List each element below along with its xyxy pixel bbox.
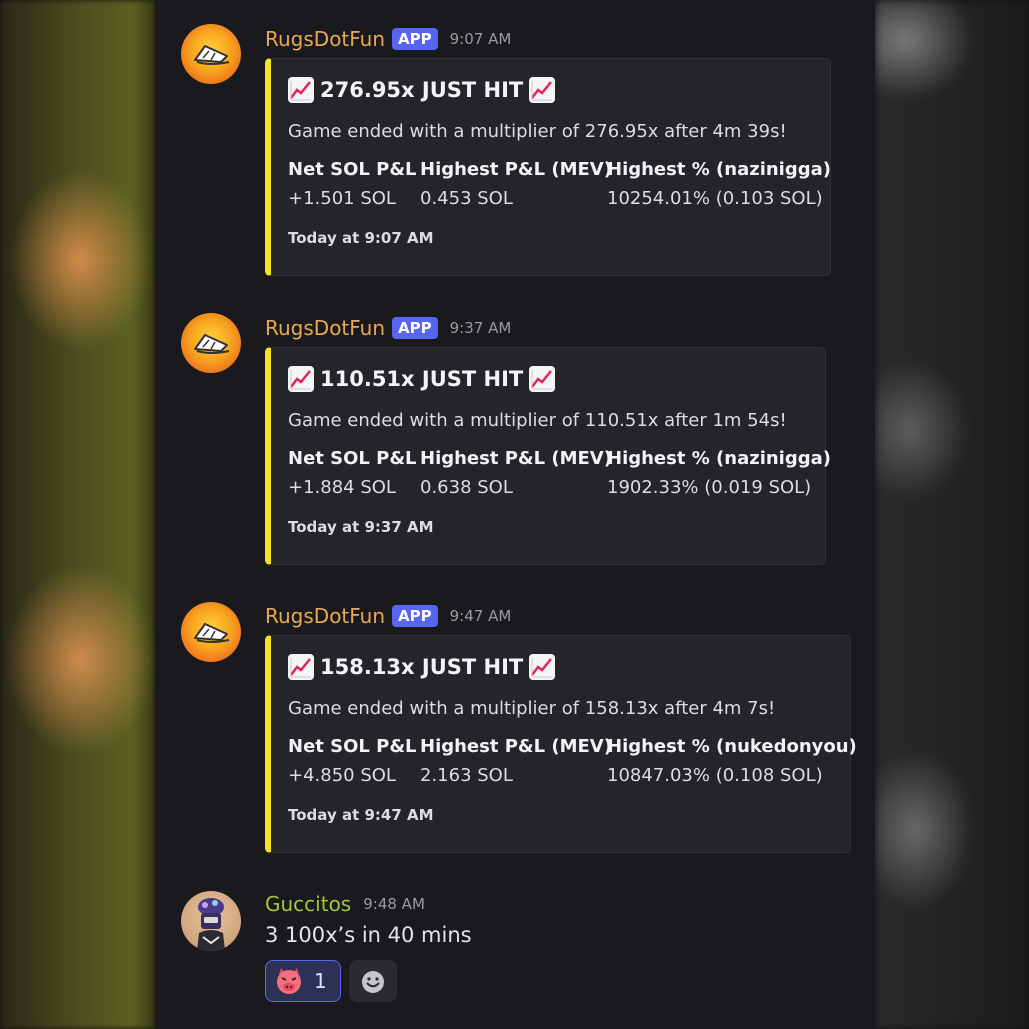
field-name: Highest % (nazinigga) xyxy=(607,448,831,469)
embed-title: 110.51x JUST HIT xyxy=(288,366,561,392)
app-badge: APP xyxy=(392,28,438,50)
message-header: RugsDotFun APP 9:37 AM xyxy=(265,316,511,340)
chart-increasing-icon xyxy=(288,77,314,103)
message-text: 3 100x’s in 40 mins xyxy=(265,923,472,947)
field-value: +1.501 SOL xyxy=(288,188,396,209)
add-reaction-button[interactable] xyxy=(349,960,397,1002)
embed-description: Game ended with a multiplier of 158.13x … xyxy=(288,698,776,719)
field-name: Net SOL P&L xyxy=(288,159,417,180)
embed-description: Game ended with a multiplier of 276.95x … xyxy=(288,121,787,142)
embed-field-highest-percent: Highest % (nazinigga) 10254.01% (0.103 S… xyxy=(607,159,831,209)
chart-increasing-icon xyxy=(529,77,556,103)
blurred-background-right xyxy=(875,0,1029,1029)
embed-description: Game ended with a multiplier of 110.51x … xyxy=(288,410,787,431)
message-header: RugsDotFun APP 9:07 AM xyxy=(265,27,511,51)
field-name: Highest P&L (MEV) xyxy=(420,736,612,757)
embed-field-highest-pnl: Highest P&L (MEV) 0.638 SOL xyxy=(420,448,612,498)
smiley-add-icon xyxy=(362,971,384,993)
app-badge: APP xyxy=(392,605,438,627)
bot-avatar[interactable] xyxy=(181,602,241,662)
field-value: 10847.03% (0.108 SOL) xyxy=(607,765,823,786)
embed-field-highest-pnl: Highest P&L (MEV) 2.163 SOL xyxy=(420,736,612,786)
embed-title: 276.95x JUST HIT xyxy=(288,77,561,103)
chart-increasing-icon xyxy=(529,366,556,392)
field-value: 10254.01% (0.103 SOL) xyxy=(607,188,823,209)
author-name[interactable]: RugsDotFun xyxy=(265,604,385,628)
field-name: Net SOL P&L xyxy=(288,448,417,469)
embed-fields: Net SOL P&L +1.501 SOL Highest P&L (MEV)… xyxy=(288,159,843,209)
field-value: 0.453 SOL xyxy=(420,188,513,209)
field-name: Highest P&L (MEV) xyxy=(420,448,612,469)
rug-logo-icon xyxy=(194,334,230,354)
embed-footer: Today at 9:37 AM xyxy=(288,518,434,536)
chart-increasing-icon xyxy=(288,654,314,680)
embed-card: 276.95x JUST HIT Game ended with a multi… xyxy=(265,58,831,276)
app-badge: APP xyxy=(392,317,438,339)
embed-field-highest-pnl: Highest P&L (MEV) 0.453 SOL xyxy=(420,159,612,209)
field-value: +4.850 SOL xyxy=(288,765,396,786)
bot-avatar[interactable] xyxy=(181,24,241,84)
embed-title: 158.13x JUST HIT xyxy=(288,654,561,680)
embed-field-net-pnl: Net SOL P&L +4.850 SOL xyxy=(288,736,417,786)
message-header: Guccitos 9:48 AM xyxy=(265,892,425,916)
reaction-count: 1 xyxy=(314,969,327,993)
embed-field-net-pnl: Net SOL P&L +1.884 SOL xyxy=(288,448,417,498)
field-name: Highest % (nukedonyou) xyxy=(607,736,857,757)
message-timestamp[interactable]: 9:37 AM xyxy=(450,319,512,337)
field-value: 1902.33% (0.019 SOL) xyxy=(607,477,812,498)
message-timestamp[interactable]: 9:07 AM xyxy=(450,30,512,48)
embed-card: 158.13x JUST HIT Game ended with a multi… xyxy=(265,635,857,853)
embed-footer: Today at 9:07 AM xyxy=(288,229,434,247)
field-value: 0.638 SOL xyxy=(420,477,513,498)
user-avatar[interactable] xyxy=(181,891,241,951)
field-name: Highest % (nazinigga) xyxy=(607,159,831,180)
rug-logo-icon xyxy=(194,623,230,643)
embed-fields: Net SOL P&L +1.884 SOL Highest P&L (MEV)… xyxy=(288,448,843,498)
blurred-background-left xyxy=(0,0,155,1029)
embed-field-highest-percent: Highest % (nazinigga) 1902.33% (0.019 SO… xyxy=(607,448,831,498)
character-avatar-icon xyxy=(197,898,225,951)
embed-field-net-pnl: Net SOL P&L +1.501 SOL xyxy=(288,159,417,209)
reaction-button[interactable]: 1 xyxy=(265,960,341,1002)
embed-fields: Net SOL P&L +4.850 SOL Highest P&L (MEV)… xyxy=(288,736,869,786)
embed-field-highest-percent: Highest % (nukedonyou) 10847.03% (0.108 … xyxy=(607,736,857,786)
chart-increasing-icon xyxy=(529,654,556,680)
author-name[interactable]: Guccitos xyxy=(265,892,351,916)
rug-logo-icon xyxy=(194,45,230,65)
field-name: Net SOL P&L xyxy=(288,736,417,757)
message-header: RugsDotFun APP 9:47 AM xyxy=(265,604,511,628)
devil-face-icon xyxy=(277,968,301,994)
field-name: Highest P&L (MEV) xyxy=(420,159,612,180)
field-value: 2.163 SOL xyxy=(420,765,513,786)
field-value: +1.884 SOL xyxy=(288,477,396,498)
message-timestamp[interactable]: 9:48 AM xyxy=(363,895,425,913)
chart-increasing-icon xyxy=(288,366,314,392)
embed-title-text: 158.13x JUST HIT xyxy=(320,655,524,679)
message-timestamp[interactable]: 9:47 AM xyxy=(450,607,512,625)
embed-card: 110.51x JUST HIT Game ended with a multi… xyxy=(265,347,831,565)
embed-title-text: 276.95x JUST HIT xyxy=(320,78,524,102)
embed-footer: Today at 9:47 AM xyxy=(288,806,434,824)
author-name[interactable]: RugsDotFun xyxy=(265,316,385,340)
embed-title-text: 110.51x JUST HIT xyxy=(320,367,524,391)
bot-avatar[interactable] xyxy=(181,313,241,373)
author-name[interactable]: RugsDotFun xyxy=(265,27,385,51)
